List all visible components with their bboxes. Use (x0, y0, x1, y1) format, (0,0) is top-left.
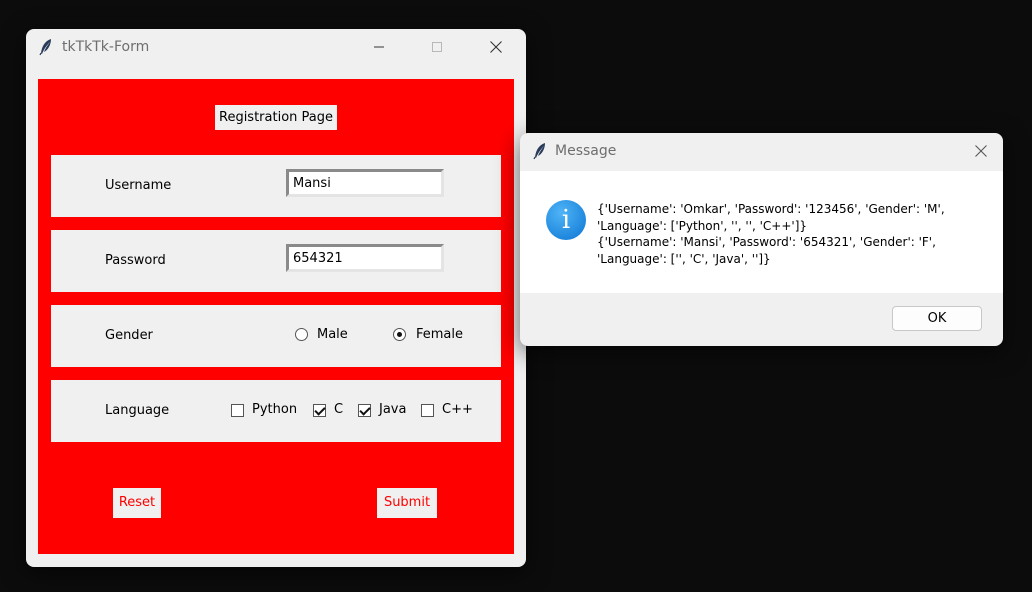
checkbox-cpp-label[interactable]: C++ (442, 402, 473, 417)
message-dialog: Message i {'Username': 'Omkar', 'Passwor… (520, 133, 1003, 346)
feather-icon (39, 39, 51, 56)
checkbox-java-label[interactable]: Java (379, 402, 406, 417)
form-area: Registration Page Username Mansi Passwor… (38, 79, 514, 554)
dialog-title-bar[interactable]: Message (520, 133, 1003, 169)
page-heading: Registration Page (215, 105, 337, 130)
checkbox-python[interactable] (231, 404, 244, 417)
language-row: Language Python C Java C++ (51, 380, 501, 442)
submit-button[interactable]: Submit (377, 488, 437, 518)
message-text: {'Username': 'Omkar', 'Password': '12345… (597, 202, 945, 266)
info-icon: i (546, 200, 586, 240)
radio-female[interactable] (393, 328, 406, 341)
close-icon[interactable] (971, 141, 991, 161)
maximize-icon[interactable] (427, 37, 447, 57)
language-label: Language (105, 403, 170, 418)
window-title: tkTkTk-Form (62, 39, 150, 55)
radio-female-label[interactable]: Female (416, 327, 463, 342)
close-icon[interactable] (486, 37, 506, 57)
checkbox-cpp[interactable] (421, 404, 434, 417)
checkbox-python-label[interactable]: Python (252, 402, 297, 417)
minimize-icon[interactable] (369, 37, 389, 57)
checkbox-java[interactable] (358, 404, 371, 417)
dialog-title: Message (555, 143, 617, 159)
gender-row: Gender Male Female (51, 305, 501, 367)
radio-male-label[interactable]: Male (317, 327, 348, 342)
username-input[interactable]: Mansi (286, 169, 444, 197)
title-bar[interactable]: tkTkTk-Form (26, 29, 526, 65)
checkbox-c-label[interactable]: C (334, 402, 343, 417)
username-label: Username (105, 178, 172, 193)
feather-icon (533, 143, 545, 160)
radio-male[interactable] (295, 328, 308, 341)
reset-button[interactable]: Reset (113, 488, 161, 518)
gender-label: Gender (105, 328, 153, 343)
message-body: i {'Username': 'Omkar', 'Password': '123… (520, 171, 1003, 293)
ok-button[interactable]: OK (892, 306, 982, 331)
checkbox-c[interactable] (313, 404, 326, 417)
password-label: Password (105, 253, 166, 268)
username-row: Username Mansi (51, 155, 501, 217)
password-row: Password 654321 (51, 230, 501, 292)
registration-window: tkTkTk-Form Registration Page Username M… (26, 29, 526, 567)
password-input[interactable]: 654321 (286, 244, 444, 272)
